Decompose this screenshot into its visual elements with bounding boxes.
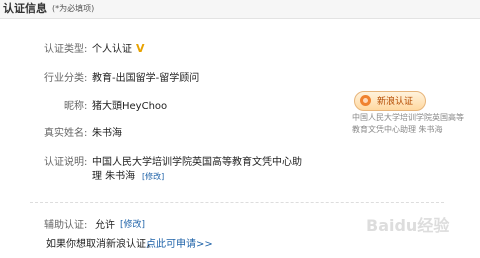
baidu-watermark: Baidu经验 bbox=[366, 216, 450, 235]
aux-verify-label: 辅助认证: bbox=[44, 220, 88, 231]
required-note: (*为必填项) bbox=[52, 4, 95, 13]
sina-eye-icon bbox=[360, 95, 371, 106]
cancel-verify-link[interactable]: 点此可申请>> bbox=[146, 238, 213, 251]
edit-aux-link[interactable]: [修改] bbox=[120, 219, 145, 232]
verify-type-label: 认证类型: bbox=[44, 44, 88, 55]
sina-verify-desc: 中国人民大学培训学院英国高等教育文凭中心助理 朱书海 bbox=[352, 113, 464, 134]
realname-label: 真实姓名: bbox=[44, 128, 88, 139]
edit-description-link[interactable]: [修改] bbox=[142, 170, 164, 183]
verify-type-value: 个人认证 bbox=[92, 44, 132, 55]
realname-value: 朱书海 bbox=[92, 128, 122, 139]
sina-verify-card: 新浪认证 中国人民大学培训学院英国高等教育文凭中心助理 朱书海 bbox=[352, 88, 464, 144]
description-label: 认证说明: bbox=[44, 157, 88, 168]
section-header: 认证信息 (*为必填项) bbox=[0, 0, 480, 19]
industry-label: 行业分类: bbox=[44, 73, 88, 84]
verified-v-icon: V bbox=[136, 42, 145, 55]
description-line1: 中国人民大学培训学院英国高等教育文凭中心助 bbox=[92, 157, 302, 168]
nickname-value: 猪大頭HeyChoo bbox=[92, 101, 168, 112]
divider bbox=[30, 202, 444, 203]
description-line2: 理 朱书海 bbox=[92, 171, 136, 182]
cancel-prefix: 如果你想取消新浪认证， bbox=[46, 239, 156, 250]
nickname-label: 昵称: bbox=[64, 101, 88, 112]
sina-verify-label: 新浪认证 bbox=[377, 97, 414, 107]
sina-verify-badge: 新浪认证 bbox=[354, 91, 426, 111]
aux-verify-value: 允许 bbox=[95, 220, 115, 231]
industry-value: 教育-出国留学-留学顾问 bbox=[92, 73, 200, 84]
section-title: 认证信息 bbox=[3, 2, 47, 15]
